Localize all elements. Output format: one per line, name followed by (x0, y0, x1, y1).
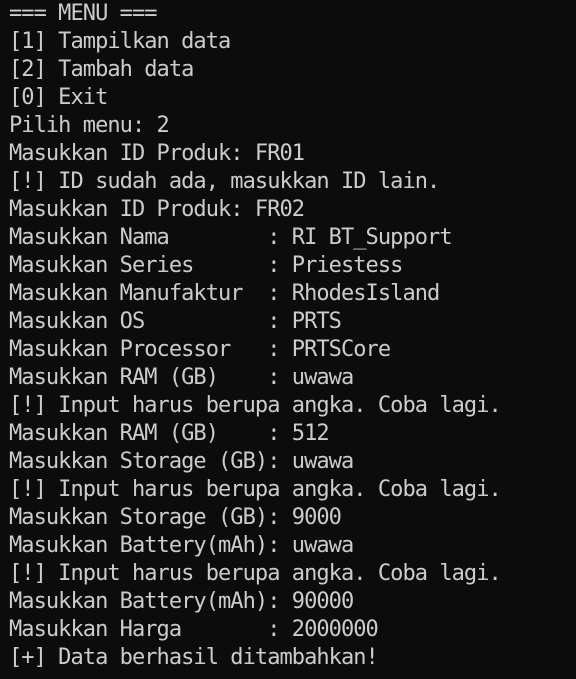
battery-prompt: Masukkan Battery(mAh): uwawa (9, 533, 354, 558)
name-prompt: Masukkan Nama : RI BT_Support (9, 225, 453, 250)
ram-prompt: Masukkan RAM (GB) : 512 (9, 421, 330, 446)
storage-prompt: Masukkan Storage (GB): 9000 (9, 505, 342, 530)
os-prompt: Masukkan OS : PRTS (9, 309, 342, 334)
price-prompt: Masukkan Harga : 2000000 (9, 617, 379, 642)
product-id-prompt: Masukkan ID Produk: FR02 (9, 197, 305, 222)
terminal-output: === MENU === [1] Tampilkan data [2] Tamb… (9, 0, 576, 672)
input-number-error: [!] Input harus berupa angka. Coba lagi. (9, 561, 502, 586)
menu-choice-prompt: Pilih menu: 2 (9, 113, 170, 138)
duplicate-id-error: [!] ID sudah ada, masukkan ID lain. (9, 169, 440, 194)
processor-prompt: Masukkan Processor : PRTSCore (9, 337, 391, 362)
input-number-error: [!] Input harus berupa angka. Coba lagi. (9, 477, 502, 502)
battery-prompt: Masukkan Battery(mAh): 90000 (9, 589, 354, 614)
menu-option-exit: [0] Exit (9, 85, 108, 110)
menu-option-add-data: [2] Tambah data (9, 57, 194, 82)
series-prompt: Masukkan Series : Priestess (9, 253, 403, 278)
menu-header-line: === MENU === (9, 1, 157, 26)
product-id-prompt: Masukkan ID Produk: FR01 (9, 141, 305, 166)
storage-prompt: Masukkan Storage (GB): uwawa (9, 449, 354, 474)
ram-prompt: Masukkan RAM (GB) : uwawa (9, 365, 354, 390)
success-message: [+] Data berhasil ditambahkan! (9, 645, 379, 670)
manufacturer-prompt: Masukkan Manufaktur : RhodesIsland (9, 281, 440, 306)
input-number-error: [!] Input harus berupa angka. Coba lagi. (9, 393, 502, 418)
terminal-window[interactable]: === MENU === [1] Tampilkan data [2] Tamb… (0, 0, 576, 679)
menu-option-show-data: [1] Tampilkan data (9, 29, 231, 54)
